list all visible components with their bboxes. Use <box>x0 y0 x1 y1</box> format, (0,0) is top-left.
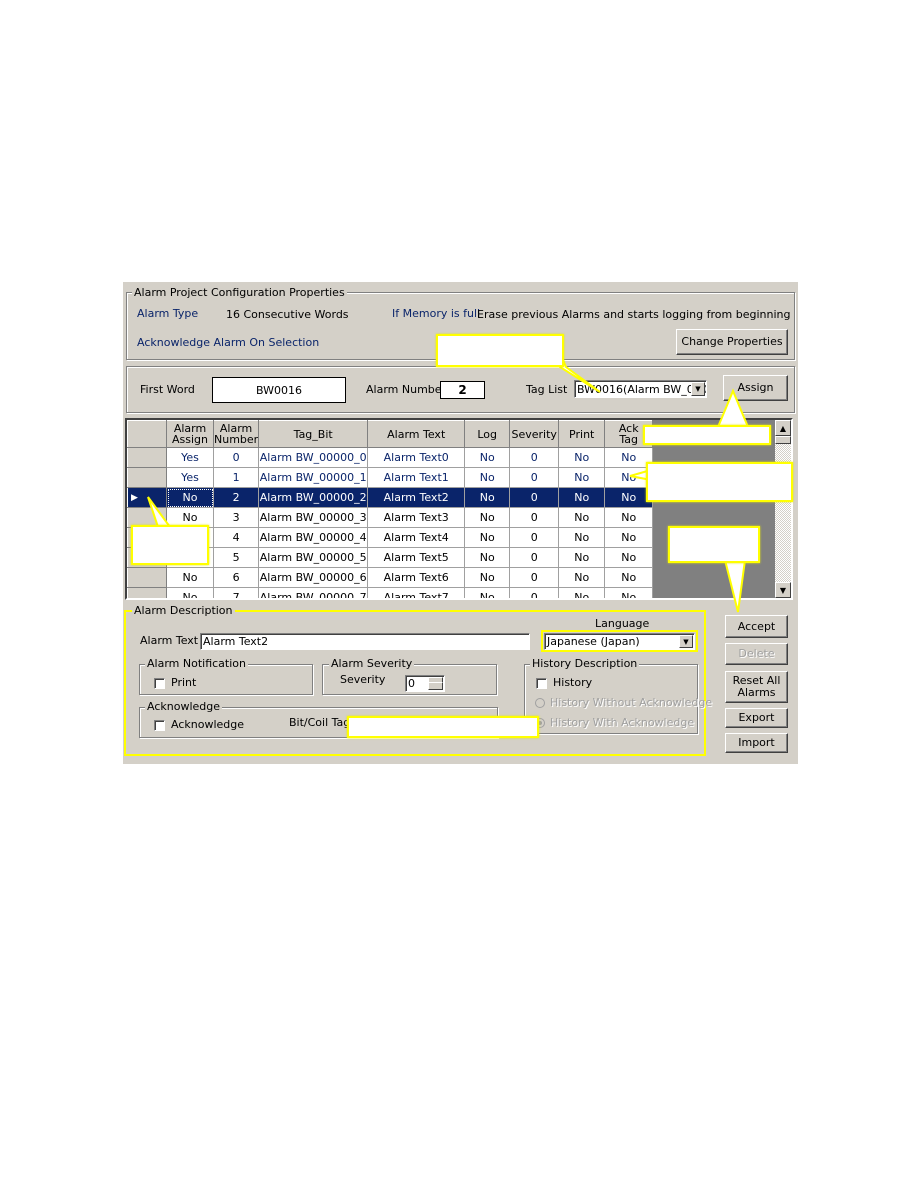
callout-assign <box>643 425 771 445</box>
callout-bitcoil-tag <box>347 716 539 738</box>
callout-ack-tag <box>646 462 793 502</box>
callout-tails <box>147 352 750 613</box>
callout-row-pointer <box>131 525 209 565</box>
callout-accept <box>668 526 760 563</box>
callout-tag-list <box>436 334 564 367</box>
